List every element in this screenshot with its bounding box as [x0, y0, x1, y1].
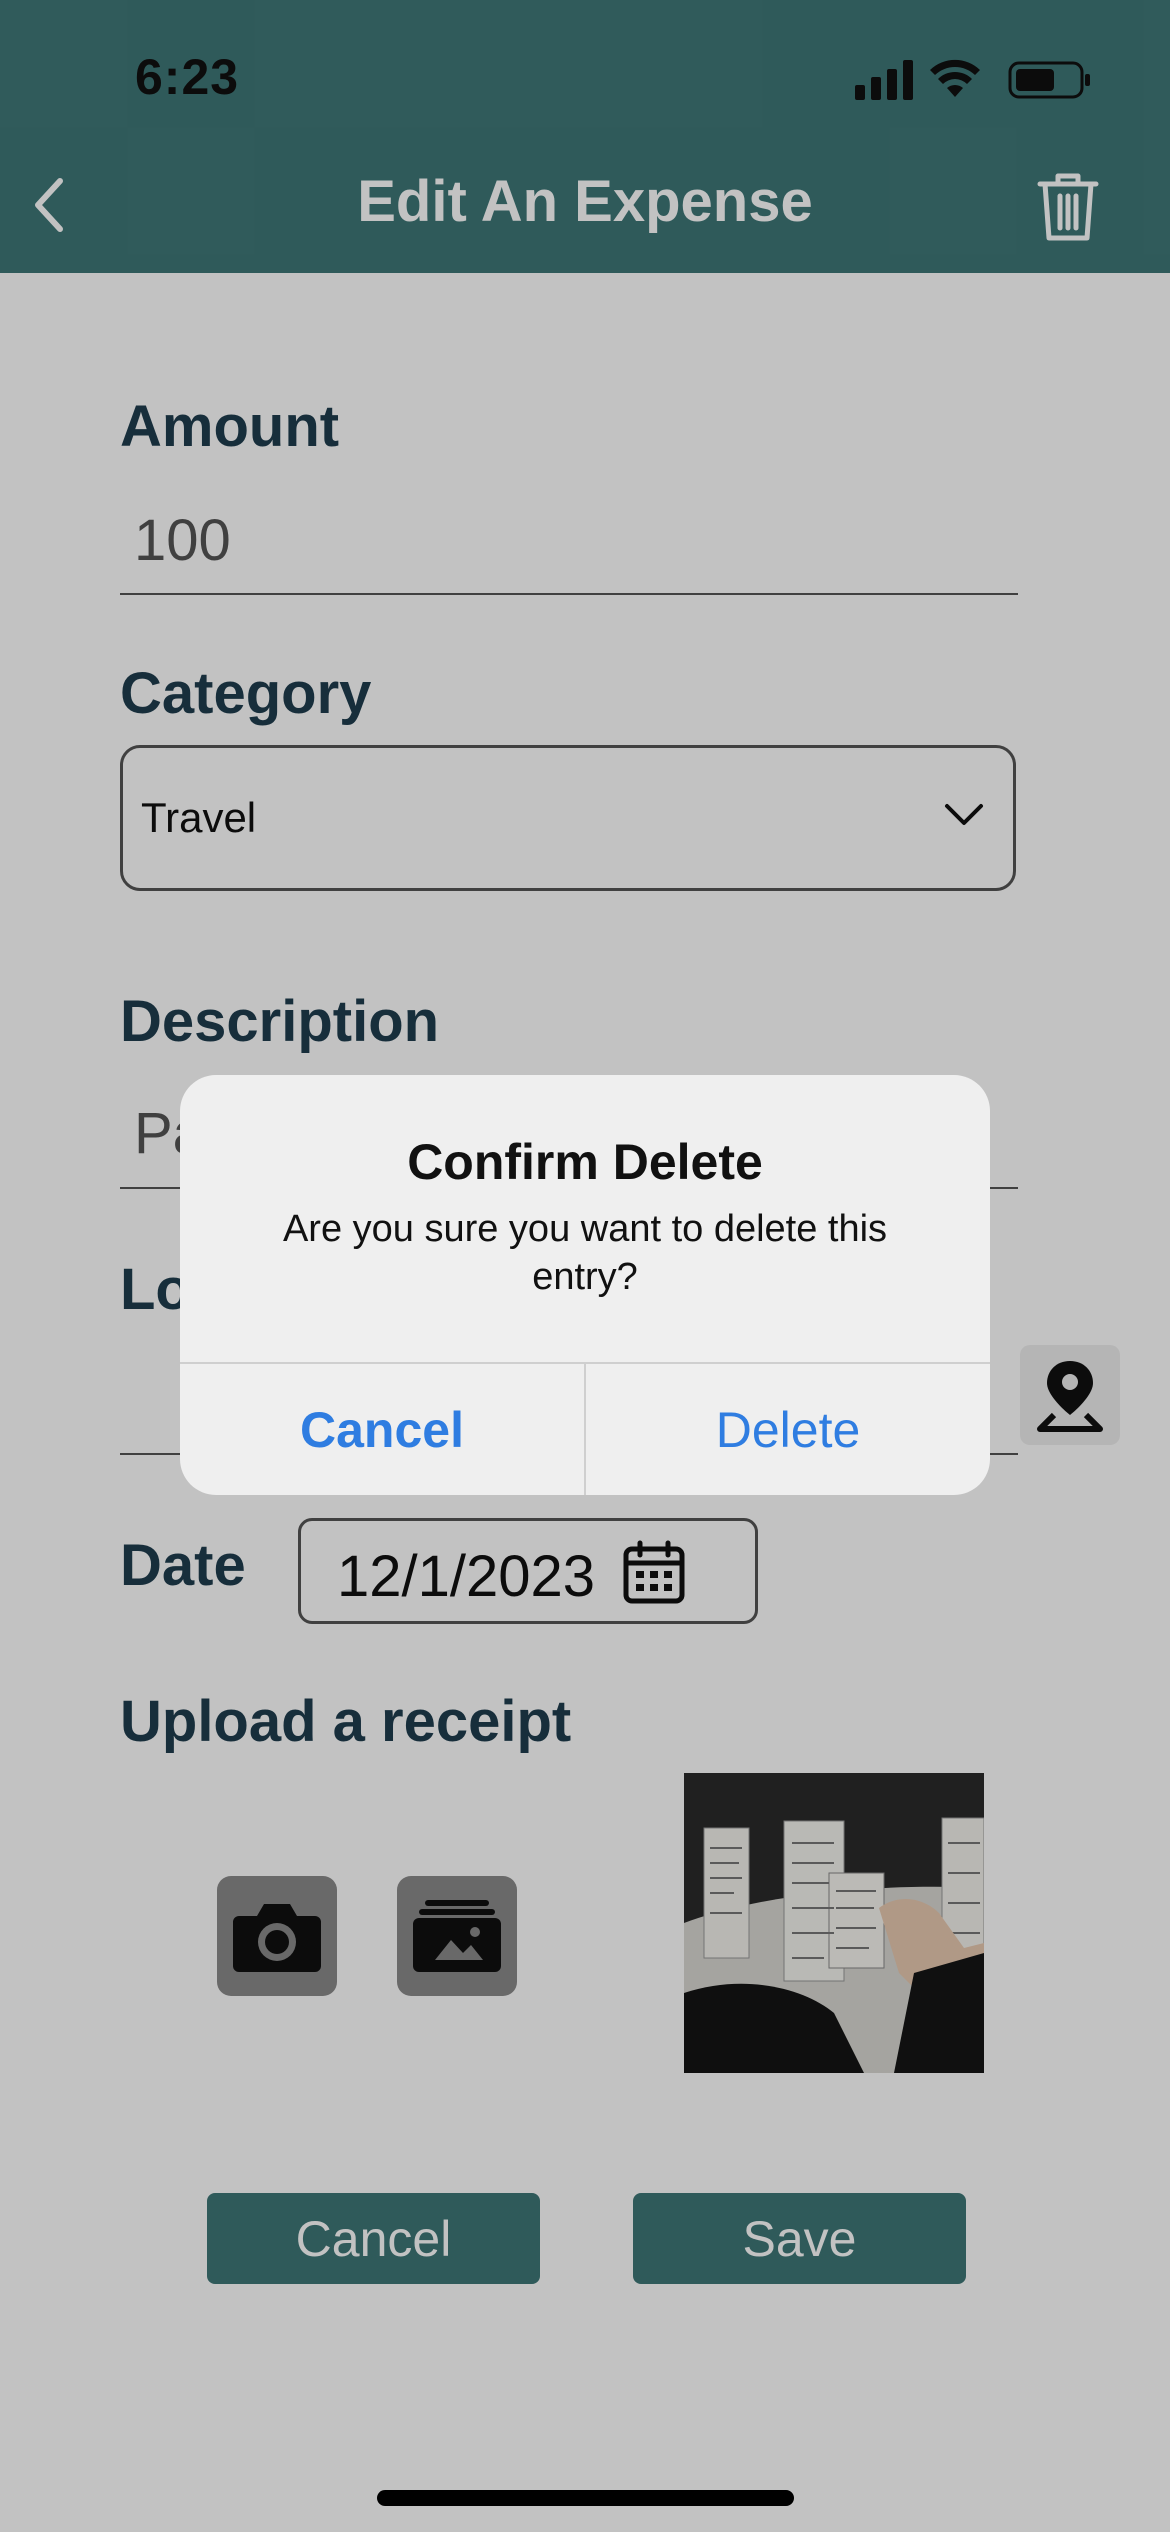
trash-icon[interactable] — [1030, 168, 1106, 244]
photo-library-button[interactable] — [397, 1876, 517, 1996]
cancel-button[interactable]: Cancel — [207, 2193, 540, 2284]
dialog-cancel-button[interactable]: Cancel — [180, 1364, 584, 1495]
receipt-image[interactable] — [684, 1773, 984, 2073]
dialog-message: Are you sure you want to delete this ent… — [282, 1208, 888, 1298]
receipt-label: Upload a receipt — [120, 1689, 572, 1754]
confirm-delete-dialog: Confirm Delete Are you sure you want to … — [180, 1075, 990, 1495]
location-button[interactable] — [1020, 1345, 1120, 1445]
chevron-down-icon — [945, 804, 983, 825]
dialog-title: Confirm Delete — [407, 1134, 763, 1190]
camera-icon — [233, 1904, 321, 1972]
date-picker[interactable]: 12/1/2023 — [298, 1518, 758, 1624]
status-icons — [855, 59, 1090, 100]
save-button[interactable]: Save — [633, 2193, 966, 2284]
category-value: Travel — [141, 794, 257, 841]
amount-input[interactable]: 100 — [134, 507, 231, 574]
receipt-photo — [684, 1773, 984, 2073]
dialog-delete-button[interactable]: Delete — [586, 1364, 990, 1495]
location-pin-icon — [1037, 1361, 1103, 1432]
home-indicator[interactable] — [377, 2490, 794, 2506]
category-select[interactable]: Travel — [120, 745, 1016, 891]
date-label: Date — [120, 1533, 246, 1598]
amount-underline — [120, 593, 1018, 595]
category-label: Category — [120, 661, 372, 726]
description-label: Description — [120, 989, 440, 1054]
status-time: 6:23 — [135, 49, 240, 105]
amount-label: Amount — [120, 394, 340, 459]
photo-library-icon — [413, 1900, 501, 1972]
camera-button[interactable] — [217, 1876, 337, 1996]
date-value: 12/1/2023 — [337, 1544, 596, 1609]
page-title: Edit An Expense — [357, 169, 813, 234]
calendar-icon — [623, 1540, 685, 1604]
